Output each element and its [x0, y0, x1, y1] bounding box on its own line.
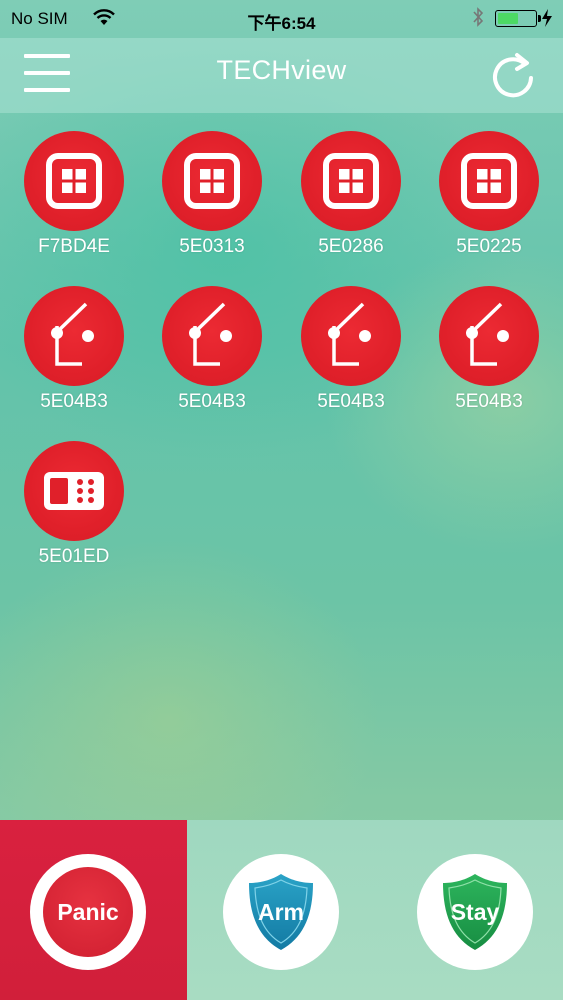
window-sensor-icon	[184, 153, 240, 209]
window-sensor-icon	[461, 153, 517, 209]
device-label: 5E01ED	[38, 546, 110, 567]
device-label: 5E04B3	[317, 391, 385, 412]
stay-button-label: Stay	[450, 899, 500, 925]
device-disc	[301, 286, 401, 386]
device-label: 5E0286	[318, 236, 384, 257]
door-sensor-icon	[328, 302, 371, 366]
menu-line	[24, 88, 70, 92]
action-panel: Panic Arm Stay	[0, 820, 563, 1000]
device-disc	[162, 286, 262, 386]
device-disc	[301, 131, 401, 231]
device-label: F7BD4E	[38, 236, 110, 257]
window-sensor-icon	[46, 153, 102, 209]
device-tile[interactable]: 5E0313	[142, 131, 282, 258]
battery-level	[498, 13, 518, 24]
device-disc	[24, 131, 124, 231]
device-tile[interactable]: 5E04B3	[419, 286, 559, 413]
device-tile[interactable]: 5E01ED	[4, 441, 144, 568]
battery-indicator	[495, 10, 541, 27]
device-disc	[162, 131, 262, 231]
refresh-icon[interactable]	[490, 51, 536, 99]
device-label: 5E04B3	[455, 391, 523, 412]
stay-button[interactable]: Stay	[417, 854, 533, 970]
device-disc	[24, 441, 124, 541]
device-label: 5E04B3	[178, 391, 246, 412]
device-label: 5E04B3	[40, 391, 108, 412]
device-tile[interactable]: F7BD4E	[4, 131, 144, 258]
device-label: 5E0313	[179, 236, 245, 257]
arm-button[interactable]: Arm	[223, 854, 339, 970]
device-tile[interactable]: 5E0286	[281, 131, 421, 258]
device-tile[interactable]: 5E04B3	[281, 286, 421, 413]
arm-button-label: Arm	[257, 899, 304, 925]
app-title: TECHview	[216, 55, 347, 85]
panic-button[interactable]: Panic	[30, 854, 146, 970]
device-tile[interactable]: 5E0225	[419, 131, 559, 258]
device-disc	[24, 286, 124, 386]
device-disc	[439, 131, 539, 231]
door-sensor-icon	[189, 302, 232, 366]
device-label: 5E0225	[456, 236, 522, 257]
status-bar: No SIM 下午6:54	[0, 0, 563, 38]
nav-bar: TECHview	[0, 38, 563, 113]
device-tile[interactable]: 5E04B3	[142, 286, 282, 413]
keypad-icon	[44, 472, 104, 510]
door-sensor-icon	[466, 302, 509, 366]
device-tile[interactable]: 5E04B3	[4, 286, 144, 413]
panic-button-label: Panic	[57, 899, 119, 925]
device-disc	[439, 286, 539, 386]
window-sensor-icon	[323, 153, 379, 209]
bluetooth-icon	[473, 7, 484, 27]
door-sensor-icon	[51, 302, 94, 366]
charging-bolt-icon	[542, 9, 552, 27]
